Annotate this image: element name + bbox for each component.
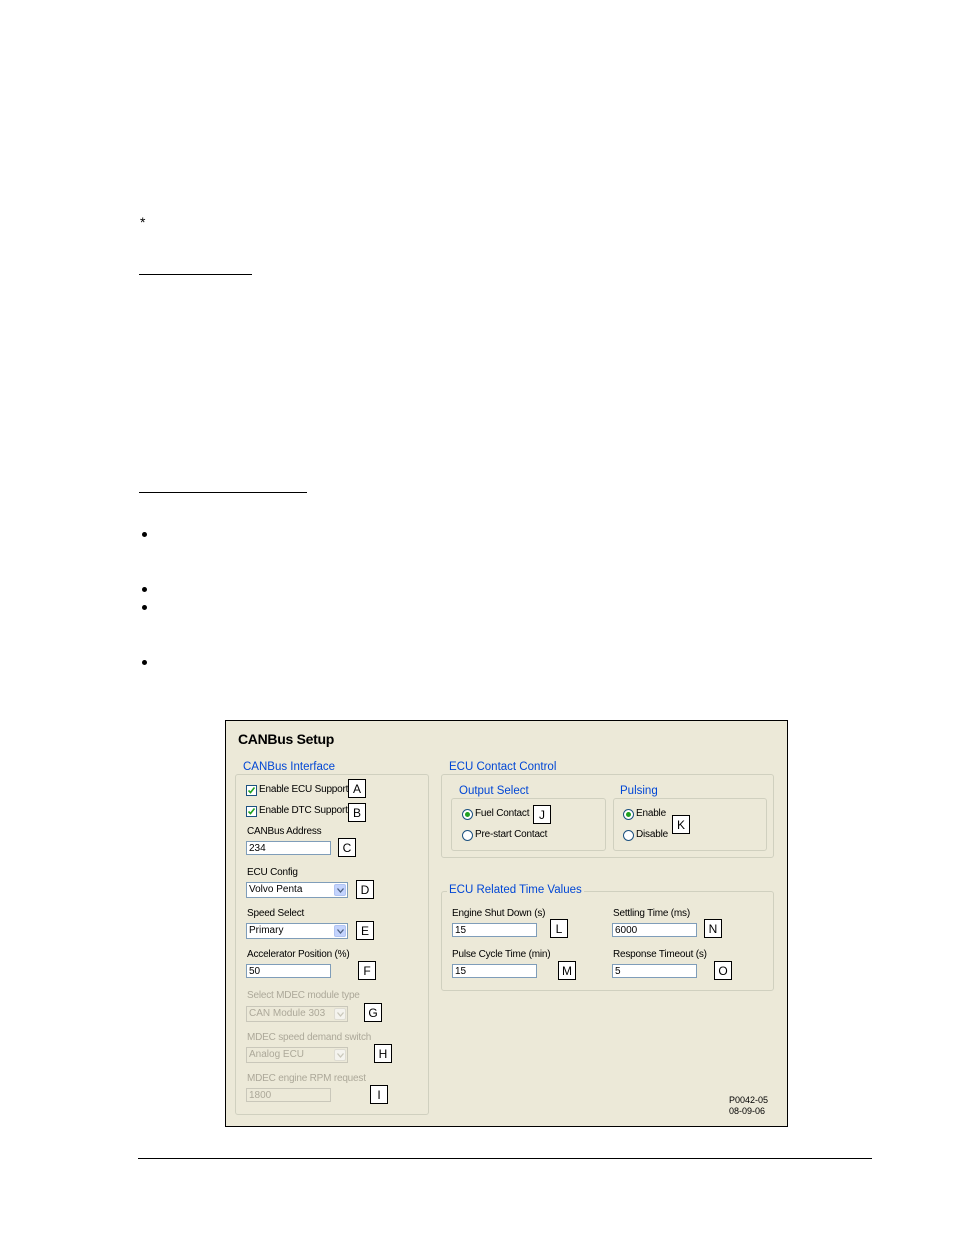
bullet-1: [142, 532, 147, 537]
engine-shut-down-input[interactable]: 15: [452, 923, 537, 937]
mdec-module-type-select[interactable]: CAN Module 303: [246, 1006, 348, 1022]
callout-f: F: [358, 961, 376, 980]
fuel-contact-radio[interactable]: [462, 809, 473, 820]
mdec-speed-demand-value: Analog ECU: [249, 1049, 305, 1060]
pulsing-enable-label: Enable: [636, 808, 666, 819]
callout-a: A: [348, 779, 366, 798]
pulsing-enable-radio[interactable]: [623, 809, 634, 820]
canbus-address-label: CANBus Address: [247, 826, 322, 837]
mdec-rpm-request-input[interactable]: 1800: [246, 1088, 331, 1102]
enable-ecu-support-checkbox[interactable]: [246, 785, 257, 796]
mdec-speed-demand-select[interactable]: Analog ECU: [246, 1047, 348, 1063]
callout-i: I: [370, 1085, 388, 1104]
accelerator-position-label: Accelerator Position (%): [247, 949, 350, 960]
dropdown-arrow[interactable]: [334, 884, 346, 896]
speed-select-select[interactable]: Primary: [246, 923, 348, 939]
dialog-title: CANBus Setup: [238, 731, 334, 747]
dropdown-arrow[interactable]: [334, 1008, 346, 1020]
callout-m: M: [558, 961, 576, 980]
pulsing-disable-radio[interactable]: [623, 830, 634, 841]
callout-c: C: [338, 838, 356, 857]
bullet-3: [142, 605, 147, 610]
ecu-config-value: Volvo Penta: [249, 884, 303, 895]
mdec-speed-demand-label: MDEC speed demand switch: [247, 1032, 372, 1043]
dropdown-arrow[interactable]: [334, 925, 346, 937]
chevron-down-icon: [337, 888, 344, 893]
output-select-legend: Output Select: [457, 785, 531, 797]
speed-select-label: Speed Select: [247, 908, 305, 919]
heading-underline-1: [139, 274, 252, 275]
callout-o: O: [714, 961, 732, 980]
response-timeout-label: Response Timeout (s): [613, 949, 707, 960]
pulsing-legend: Pulsing: [618, 785, 660, 797]
heading-underline-2: [139, 492, 307, 493]
callout-n: N: [704, 919, 722, 938]
callout-d: D: [356, 880, 374, 899]
dropdown-arrow[interactable]: [334, 1049, 346, 1061]
callout-l: L: [550, 919, 568, 938]
callout-j: J: [533, 805, 551, 824]
engine-shut-down-label: Engine Shut Down (s): [452, 908, 546, 919]
enable-ecu-support-label: Enable ECU Support: [259, 784, 349, 795]
checkmark-icon: [247, 787, 256, 794]
pulsing-disable-label: Disable: [636, 829, 668, 840]
figure-id: P0042-05 08-09-06: [729, 1095, 768, 1117]
callout-k: K: [672, 815, 690, 834]
enable-dtc-support-label: Enable DTC Support: [259, 805, 348, 816]
footer-rule: [138, 1158, 872, 1159]
bullet-2: [142, 587, 147, 592]
canbus-interface-legend: CANBus Interface: [241, 761, 338, 773]
ecu-config-label: ECU Config: [247, 867, 298, 878]
output-select-group: [451, 798, 606, 851]
ecu-config-select[interactable]: Volvo Penta: [246, 882, 348, 898]
chevron-down-icon: [337, 1053, 344, 1058]
chevron-down-icon: [337, 1012, 344, 1017]
callout-e: E: [356, 921, 374, 940]
prestart-contact-radio[interactable]: [462, 830, 473, 841]
enable-dtc-support-checkbox[interactable]: [246, 806, 257, 817]
mdec-rpm-request-label: MDEC engine RPM request: [247, 1073, 366, 1084]
radio-selected-dot: [626, 812, 631, 817]
pulse-cycle-time-input[interactable]: 15: [452, 964, 537, 978]
settling-time-input[interactable]: 6000: [612, 923, 697, 937]
prestart-contact-label: Pre-start Contact: [475, 829, 548, 840]
radio-selected-dot: [465, 812, 470, 817]
ecu-time-values-legend: ECU Related Time Values: [447, 884, 584, 896]
pulse-cycle-time-label: Pulse Cycle Time (min): [452, 949, 551, 960]
chevron-down-icon: [337, 929, 344, 934]
response-timeout-input[interactable]: 5: [612, 964, 697, 978]
callout-h: H: [374, 1044, 392, 1063]
figure-number: P0042-05: [729, 1095, 769, 1105]
canbus-setup-dialog: CANBus Setup CANBus Interface Enable ECU…: [225, 720, 788, 1127]
settling-time-label: Settling Time (ms): [613, 908, 690, 919]
mdec-module-type-label: Select MDEC module type: [247, 990, 360, 1001]
figure-date: 08-09-06: [729, 1106, 766, 1116]
footnote-marker: *: [140, 214, 146, 230]
pulsing-group: [613, 798, 767, 851]
callout-b: B: [348, 803, 366, 822]
mdec-module-type-value: CAN Module 303: [249, 1008, 326, 1019]
speed-select-value: Primary: [249, 925, 284, 936]
callout-g: G: [364, 1003, 382, 1022]
accelerator-position-input[interactable]: 50: [246, 964, 331, 978]
bullet-4: [142, 660, 147, 665]
checkmark-icon: [247, 808, 256, 815]
ecu-contact-control-legend: ECU Contact Control: [447, 761, 559, 773]
canbus-address-input[interactable]: 234: [246, 841, 331, 855]
fuel-contact-label: Fuel Contact: [475, 808, 530, 819]
